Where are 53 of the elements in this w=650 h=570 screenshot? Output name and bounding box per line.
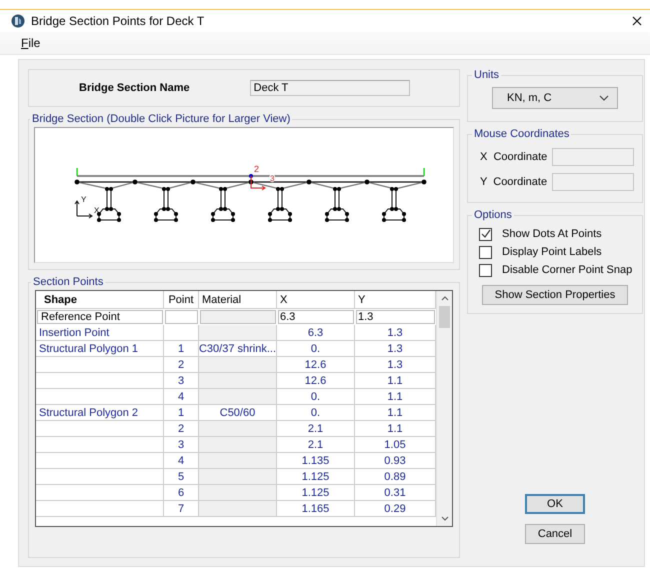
checkbox[interactable]: [479, 246, 492, 258]
scroll-thumb[interactable]: [439, 306, 450, 328]
column-header: Point: [164, 291, 199, 309]
table-cell: 2.1: [277, 437, 355, 453]
table-cell: 2.1: [277, 421, 355, 437]
app-icon: [11, 14, 25, 28]
table-cell: 1.165: [277, 501, 355, 517]
caret-icon: [599, 95, 609, 101]
column-header: X: [277, 291, 355, 309]
group-title: Options: [473, 209, 513, 221]
table-cell: 1: [164, 405, 199, 421]
table-cell: 0.: [277, 389, 355, 405]
table-cell: 1.135: [277, 453, 355, 469]
coordinate-field[interactable]: [552, 172, 634, 190]
menu-item[interactable]: File: [21, 36, 40, 50]
scroll-down-icon[interactable]: [440, 516, 448, 521]
table-cell: 1: [164, 341, 199, 357]
table-cell: [165, 310, 198, 324]
table-cell: 1.3: [356, 310, 435, 324]
group-title: Bridge Section (Double Click Picture for Larger View): [31, 113, 292, 125]
ok-button[interactable]: OK: [525, 494, 585, 514]
group-title: Mouse Coordinates: [473, 128, 570, 140]
table-cell: 0.: [277, 405, 355, 421]
table-cell: 1.125: [277, 469, 355, 485]
table-cell: 12.6: [277, 357, 355, 373]
checkbox[interactable]: [479, 264, 492, 276]
table-cell: Structural Polygon 2: [36, 405, 164, 421]
table-cell: Insertion Point: [36, 325, 164, 341]
column-header: Shape: [36, 291, 164, 309]
table-cell: Reference Point: [37, 310, 163, 324]
checkbox-label: Show Dots At Points: [502, 228, 602, 240]
column-header: Material: [199, 291, 277, 309]
table-cell: 12.6: [277, 373, 355, 389]
close-icon[interactable]: [632, 16, 642, 26]
table-cell: 1.125: [277, 485, 355, 501]
table-cell: Structural Polygon 1: [36, 341, 164, 357]
field-label: Bridge Section Name: [79, 82, 190, 94]
window-title: Bridge Section Points for Deck T: [31, 14, 206, 28]
scrollbar[interactable]: [436, 291, 452, 526]
checkbox-label: Display Point Labels: [502, 246, 602, 258]
checkbox-label: Disable Corner Point Snap: [502, 264, 632, 276]
group-title: Units: [473, 69, 500, 81]
cancel-button[interactable]: Cancel: [525, 524, 585, 544]
checkbox[interactable]: [479, 228, 492, 240]
table-cell: 0.: [277, 341, 355, 357]
section-name-field[interactable]: Deck T: [250, 80, 410, 96]
coordinate-field[interactable]: [552, 148, 634, 166]
table-cell: 6.3: [277, 325, 355, 341]
group-title: Section Points: [32, 276, 104, 288]
show-section-properties-button[interactable]: Show Section Properties: [482, 285, 628, 305]
table-cell: 6.3: [278, 310, 354, 324]
units-dropdown[interactable]: KN, m, C: [492, 87, 618, 109]
scroll-up-icon[interactable]: [440, 296, 448, 301]
